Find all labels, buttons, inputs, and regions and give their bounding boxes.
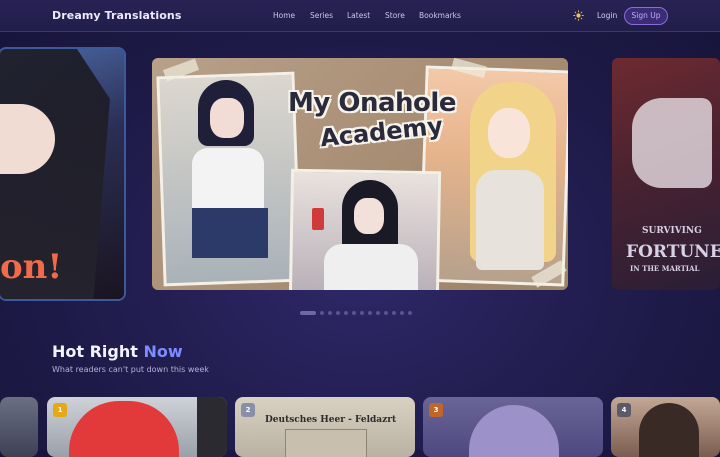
character-art xyxy=(210,98,244,138)
slide-title-line: IN THE MARTIAL xyxy=(630,264,700,273)
login-link[interactable]: Login xyxy=(597,11,617,20)
carousel-slide-previous[interactable]: on! xyxy=(0,49,124,299)
carousel-dot[interactable] xyxy=(344,311,348,315)
carousel-dot[interactable] xyxy=(328,311,332,315)
slide-title-fragment: on! xyxy=(0,247,63,287)
nav-store[interactable]: Store xyxy=(385,11,405,20)
carousel-dot[interactable] xyxy=(368,311,372,315)
rank-badge: 2 xyxy=(241,403,255,417)
carousel-dot[interactable] xyxy=(384,311,388,315)
cover-art xyxy=(197,397,227,457)
section-title-main: Hot Right xyxy=(52,342,138,361)
nav-latest[interactable]: Latest xyxy=(347,11,370,20)
carousel-dot[interactable] xyxy=(336,311,340,315)
phone-art xyxy=(312,208,324,230)
rank-badge: 4 xyxy=(617,403,631,417)
section-subtitle: What readers can't put down this week xyxy=(52,365,209,374)
signup-button[interactable]: Sign Up xyxy=(624,7,668,25)
section-title: Hot Right Now xyxy=(52,342,183,361)
carousel-dot[interactable] xyxy=(408,311,412,315)
series-card[interactable] xyxy=(0,397,38,457)
carousel-dot[interactable] xyxy=(400,311,404,315)
series-card-rank-1[interactable]: 1 xyxy=(47,397,227,457)
carousel-slide-active[interactable]: My Onahole Academy xyxy=(152,58,568,290)
carousel-dot[interactable] xyxy=(376,311,380,315)
slide-title-line: FORTUNE xyxy=(626,242,720,262)
nav-home[interactable]: Home xyxy=(273,11,295,20)
character-art xyxy=(192,208,268,258)
slide-title-line: SURVIVING xyxy=(642,226,702,236)
slide-art xyxy=(632,98,712,188)
carousel-dot[interactable] xyxy=(360,311,364,315)
cover-art xyxy=(285,429,367,457)
cover-art xyxy=(469,405,559,457)
site-brand[interactable]: Dreamy Translations xyxy=(52,9,181,22)
carousel-dot[interactable] xyxy=(352,311,356,315)
series-card-rank-2[interactable]: Deutsches Heer - Feldazrt 2 xyxy=(235,397,415,457)
cover-art xyxy=(639,403,699,457)
rank-badge: 3 xyxy=(429,403,443,417)
cover-art xyxy=(69,401,179,457)
nav-series[interactable]: Series xyxy=(310,11,333,20)
character-art xyxy=(324,244,418,290)
rank-badge: 1 xyxy=(53,403,67,417)
carousel-dot[interactable] xyxy=(300,311,316,315)
cover-caption: Deutsches Heer - Feldazrt xyxy=(265,415,397,425)
series-card-rank-3[interactable]: 3 xyxy=(423,397,603,457)
character-art xyxy=(354,198,384,234)
section-title-accent: Now xyxy=(143,342,183,361)
site-header: Dreamy Translations Home Series Latest S… xyxy=(0,0,720,32)
character-art xyxy=(476,170,544,270)
carousel-dot[interactable] xyxy=(320,311,324,315)
series-card-rank-4[interactable]: 4 xyxy=(611,397,720,457)
nav-bookmarks[interactable]: Bookmarks xyxy=(419,11,461,20)
sun-icon[interactable] xyxy=(573,10,584,21)
carousel-slide-next[interactable]: SURVIVING FORTUNE IN THE MARTIAL xyxy=(612,58,720,290)
character-art xyxy=(488,108,530,158)
carousel-dot[interactable] xyxy=(392,311,396,315)
